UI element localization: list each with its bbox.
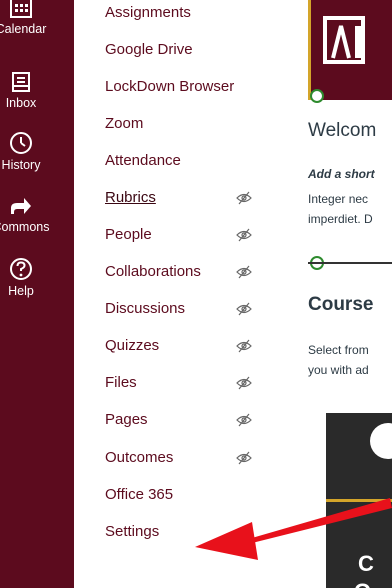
global-nav-inbox-label: Inbox <box>5 96 37 110</box>
global-nav-calendar-label: Calendar <box>0 22 47 36</box>
course-select-line-2: you with ad <box>308 363 369 377</box>
course-home-content: Welcom Add a short Integer nec imperdiet… <box>290 0 392 588</box>
promo-title-line-2: O <box>354 579 371 588</box>
course-nav: Assignments Google Drive LockDown Browse… <box>74 0 272 588</box>
section-divider <box>308 262 392 264</box>
hidden-eye-icon <box>236 191 252 205</box>
hidden-eye-icon <box>236 302 252 316</box>
global-nav: Calendar Inbox History Commons Help <box>0 0 74 588</box>
welcome-heading: Welcom <box>308 120 377 141</box>
inbox-icon <box>12 72 30 92</box>
global-nav-inbox[interactable]: Inbox <box>0 70 74 130</box>
hidden-eye-icon <box>236 451 252 465</box>
global-nav-commons[interactable]: Commons <box>0 194 74 254</box>
global-nav-help-label: Help <box>8 284 34 298</box>
hidden-eye-icon <box>236 265 252 279</box>
course-nav-zoom[interactable]: Zoom <box>105 112 265 136</box>
intro-label: Add a short <box>308 167 375 181</box>
course-select-line-1: Select from <box>308 343 369 357</box>
global-nav-calendar[interactable]: Calendar <box>0 0 74 54</box>
hidden-eye-icon <box>236 228 252 242</box>
hidden-eye-icon <box>236 339 252 353</box>
help-icon <box>10 258 32 280</box>
global-nav-history-label: History <box>1 158 41 172</box>
history-icon <box>10 132 32 154</box>
course-nav-assignments[interactable]: Assignments <box>105 1 265 25</box>
calendar-icon <box>10 0 32 18</box>
university-logo-icon <box>323 16 365 64</box>
commons-icon <box>11 198 31 214</box>
course-banner-image <box>308 0 392 100</box>
course-nav-google-drive[interactable]: Google Drive <box>105 38 265 62</box>
global-nav-commons-label: Commons <box>0 220 50 234</box>
intro-body-line-2: imperdiet. D <box>308 212 373 226</box>
intro-body-line-1: Integer nec <box>308 192 369 206</box>
course-nav-settings[interactable]: Settings <box>105 520 265 544</box>
course-nav-lockdown-browser[interactable]: LockDown Browser <box>105 75 265 99</box>
course-heading: Course <box>308 294 374 315</box>
course-nav-office-365[interactable]: Office 365 <box>105 483 265 507</box>
hidden-eye-icon <box>236 413 252 427</box>
promo-title-line-1: C <box>358 551 374 576</box>
edit-marker-icon[interactable] <box>310 89 324 103</box>
hidden-eye-icon <box>236 376 252 390</box>
promo-gold-stripe <box>326 499 392 502</box>
course-nav-attendance[interactable]: Attendance <box>105 149 265 173</box>
global-nav-history[interactable]: History <box>0 130 74 190</box>
global-nav-help[interactable]: Help <box>0 256 74 316</box>
course-promo-tile[interactable]: C O <box>326 413 392 588</box>
promo-circle-icon <box>370 423 392 459</box>
